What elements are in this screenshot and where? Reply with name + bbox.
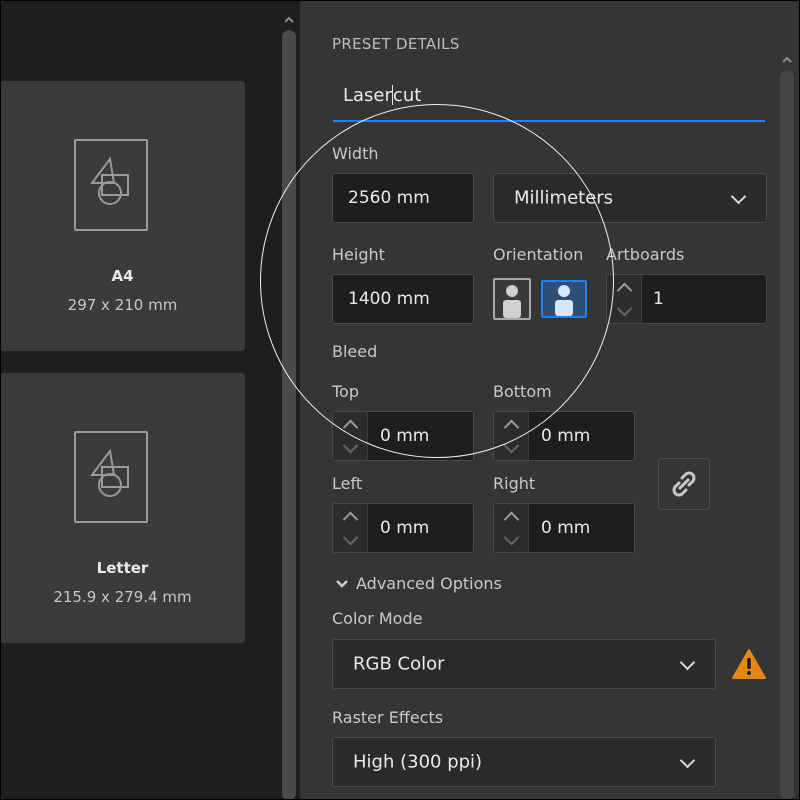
height-label: Height [332,245,385,264]
portrait-orientation-button[interactable] [493,278,531,320]
chevron-down-icon [342,437,358,453]
height-value: 1400 mm [348,289,430,309]
bleed-right-field[interactable]: 0 mm [493,503,635,553]
orientation-label: Orientation [493,245,584,264]
width-value: 2560 mm [348,188,430,208]
artboards-field[interactable]: 1 [606,274,767,324]
scroll-up-arrow[interactable] [282,12,296,26]
chevron-up-icon [503,511,519,527]
increment-button[interactable] [333,504,367,528]
preset-name-text: cut [392,85,422,106]
bleed-bottom-stepper[interactable] [494,412,529,460]
warning-icon[interactable] [731,648,767,680]
artboards-label: Artboards [606,245,685,264]
decrement-button[interactable] [333,436,367,460]
chevron-down-icon [503,529,519,545]
bleed-left-field[interactable]: 0 mm [332,503,474,553]
bleed-bottom-label: Bottom [493,382,552,401]
document-shapes-icon [74,139,148,231]
chevron-up-icon [342,419,358,435]
chevron-down-icon [679,654,696,671]
link-chain-icon [672,471,696,497]
chevron-up-icon [342,511,358,527]
preset-card-letter[interactable]: Letter 215.9 x 279.4 mm [0,373,245,643]
bleed-right-label: Right [493,474,536,493]
bleed-right-stepper[interactable] [494,504,529,552]
increment-button[interactable] [333,412,367,436]
preset-name: A4 [111,267,134,285]
advanced-options-toggle[interactable]: Advanced Options [332,572,512,596]
scrollbar-track[interactable] [282,30,296,800]
chevron-down-icon [503,437,519,453]
artboards-stepper[interactable] [607,275,642,323]
color-mode-value: RGB Color [353,653,445,675]
document-shapes-icon [74,431,148,523]
width-label: Width [332,144,379,163]
height-field[interactable]: 1400 mm [332,274,474,324]
preset-name-input[interactable]: Lasercut [333,72,765,122]
width-field[interactable]: 2560 mm [332,173,474,223]
bleed-top-stepper[interactable] [333,412,368,460]
preset-name-text: Laser [343,85,392,106]
chevron-up-icon [616,282,632,298]
decrement-button[interactable] [494,528,528,552]
increment-button[interactable] [494,412,528,436]
raster-effects-value: High (300 ppi) [353,751,483,773]
preset-card-a4[interactable]: A4 297 x 210 mm [0,81,245,351]
chevron-down-icon [342,529,358,545]
increment-button[interactable] [494,504,528,528]
units-dropdown[interactable]: Millimeters [493,173,767,223]
chevron-down-icon [616,300,632,316]
raster-effects-dropdown[interactable]: High (300 ppi) [332,737,716,787]
chevron-down-icon [730,188,747,205]
decrement-button[interactable] [333,528,367,552]
scrollbar-track[interactable] [780,70,794,800]
bleed-top-label: Top [332,382,359,401]
bleed-left-stepper[interactable] [333,504,368,552]
bleed-bottom-value: 0 mm [541,426,591,446]
portrait-person-icon [503,285,521,318]
bleed-right-value: 0 mm [541,518,591,538]
units-value: Millimeters [514,187,614,209]
color-mode-label: Color Mode [332,609,423,628]
artboards-value: 1 [653,289,664,309]
panel-heading: PRESET DETAILS [332,35,460,53]
bleed-left-value: 0 mm [380,518,430,538]
raster-effects-label: Raster Effects [332,708,444,727]
decrement-button[interactable] [494,436,528,460]
bleed-top-field[interactable]: 0 mm [332,411,474,461]
preset-size: 297 x 210 mm [67,296,178,314]
landscape-orientation-button[interactable] [541,280,587,318]
increment-button[interactable] [607,275,641,299]
chevron-down-icon [336,580,348,588]
bleed-left-label: Left [332,474,363,493]
link-bleed-button[interactable] [658,458,710,510]
advanced-options-label: Advanced Options [356,574,502,593]
preset-name: Letter [96,559,149,577]
bleed-bottom-field[interactable]: 0 mm [493,411,635,461]
preset-size: 215.9 x 279.4 mm [53,588,192,606]
landscape-person-icon [555,285,573,316]
bleed-label: Bleed [332,342,378,361]
scroll-up-arrow[interactable] [780,52,794,66]
bleed-top-value: 0 mm [380,426,430,446]
chevron-down-icon [679,752,696,769]
chevron-up-icon [503,419,519,435]
color-mode-dropdown[interactable]: RGB Color [332,639,716,689]
decrement-button[interactable] [607,299,641,323]
